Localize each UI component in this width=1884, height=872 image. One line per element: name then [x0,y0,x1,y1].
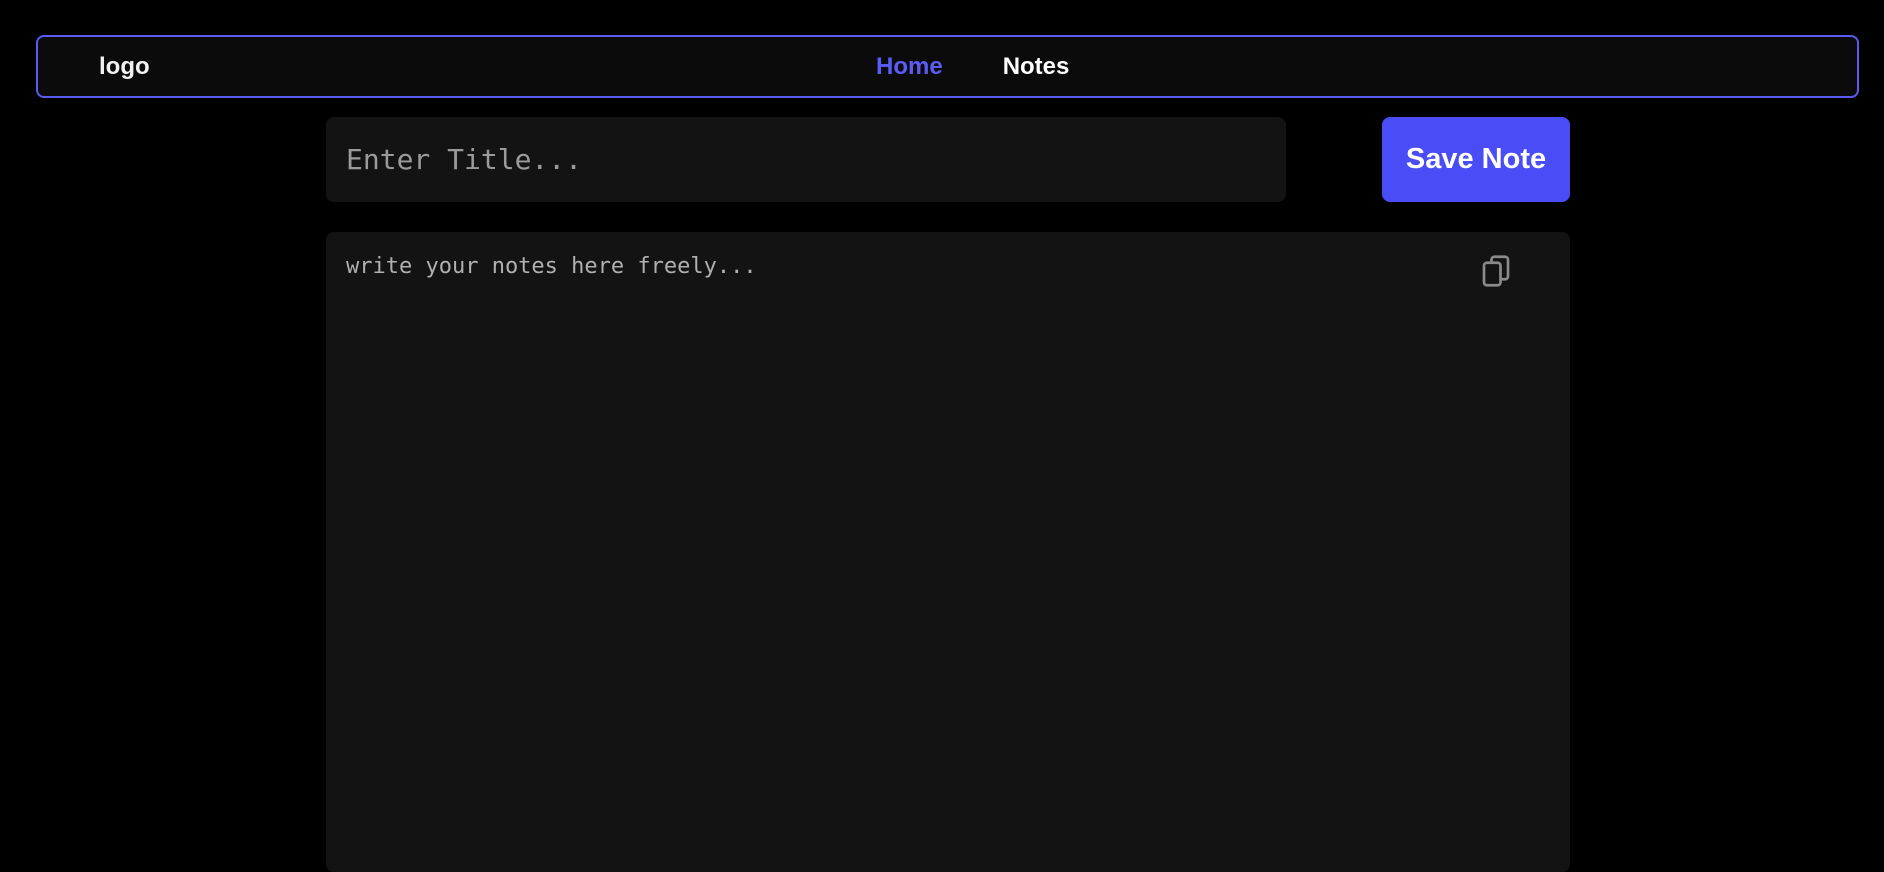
save-note-button[interactable]: Save Note [1382,117,1570,202]
nav-link-notes[interactable]: Notes [1003,53,1070,81]
nav-link-home[interactable]: Home [876,53,943,81]
navbar: logo Home Notes [36,35,1859,98]
notes-panel [326,232,1570,872]
nav-links: Home Notes [876,37,1069,96]
copy-icon [1482,255,1510,287]
logo[interactable]: logo [99,37,150,96]
title-input[interactable] [326,117,1286,202]
copy-button[interactable] [1474,249,1518,293]
notes-textarea[interactable] [326,232,1570,872]
